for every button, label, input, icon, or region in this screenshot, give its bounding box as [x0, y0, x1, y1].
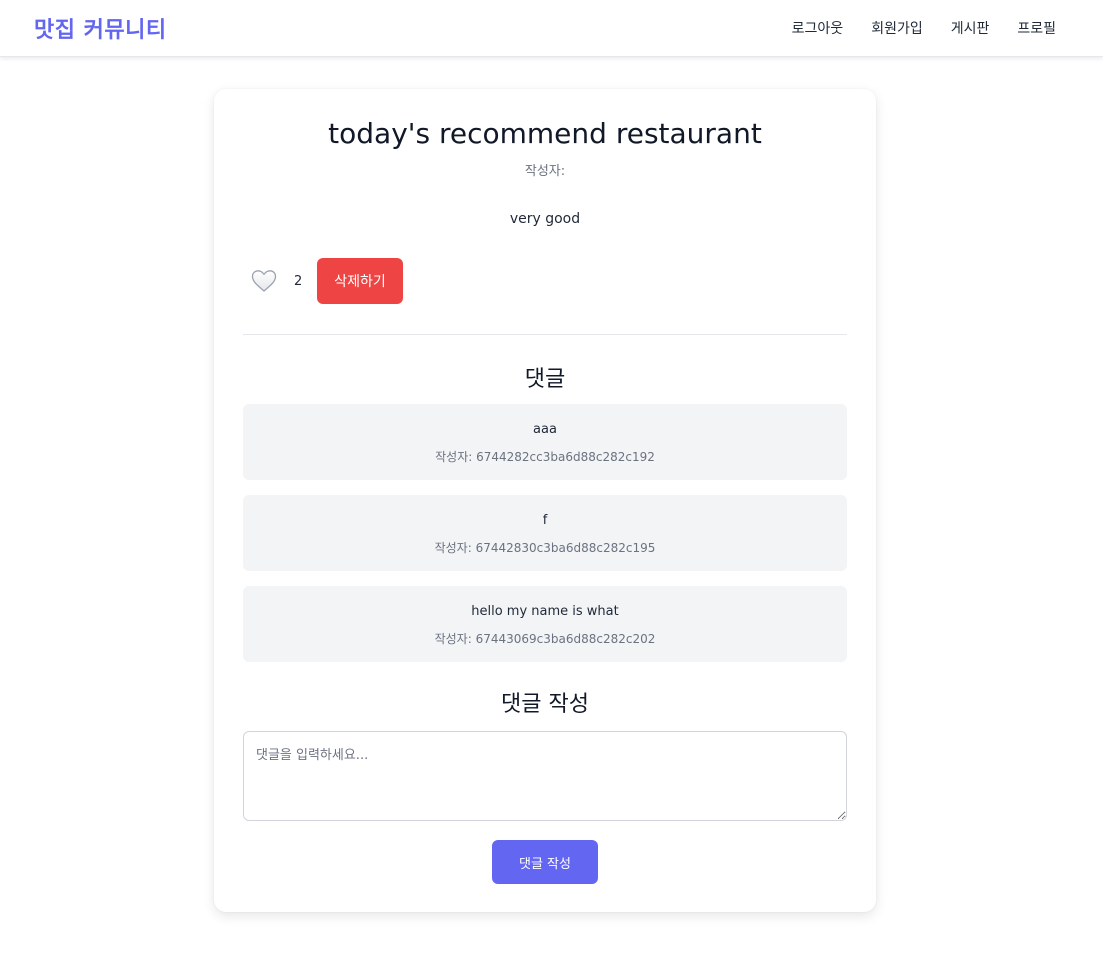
comment-item: f 작성자: 67442830c3ba6d88c282c195 [243, 495, 847, 571]
delete-post-button[interactable]: 삭제하기 [317, 258, 403, 304]
post-author: 작성자: [524, 164, 566, 179]
nav-links: 로그아웃 회원가입 게시판 프로필 [792, 18, 1056, 38]
post-detail-card: today's recommend restaurant 작성자: very g… [214, 89, 876, 912]
comment-text: hello my name is what [471, 604, 619, 619]
like-count: 2 [294, 273, 303, 289]
comment-form-heading: 댓글 작성 [501, 692, 589, 717]
nav-link-board[interactable]: 게시판 [951, 18, 990, 38]
nav-link-profile[interactable]: 프로필 [1017, 18, 1056, 38]
section-divider [243, 334, 847, 335]
comments-heading: 댓글 [524, 367, 566, 392]
post-content: very good [509, 211, 581, 227]
nav-link-logout[interactable]: 로그아웃 [792, 18, 844, 38]
comment-author: 작성자: 6744282cc3ba6d88c282c192 [435, 450, 655, 464]
comment-textarea[interactable] [243, 731, 847, 821]
comment-text: aaa [533, 422, 557, 437]
comment-item: aaa 작성자: 6744282cc3ba6d88c282c192 [243, 404, 847, 480]
comment-text: f [542, 513, 548, 528]
brand-logo-link[interactable]: 맛집 커뮤니티 [34, 12, 167, 44]
post-actions: 2 삭제하기 [250, 258, 403, 304]
post-title: today's recommend restaurant [328, 117, 762, 150]
submit-comment-button[interactable]: 댓글 작성 [492, 840, 598, 884]
top-navbar: 맛집 커뮤니티 로그아웃 회원가입 게시판 프로필 [0, 0, 1103, 57]
nav-link-signup[interactable]: 회원가입 [871, 18, 923, 38]
comment-item: hello my name is what 작성자: 67443069c3ba6… [243, 586, 847, 662]
comment-author: 작성자: 67442830c3ba6d88c282c195 [434, 541, 656, 555]
comment-author: 작성자: 67443069c3ba6d88c282c202 [434, 632, 656, 646]
heart-outline-icon[interactable] [250, 267, 278, 295]
